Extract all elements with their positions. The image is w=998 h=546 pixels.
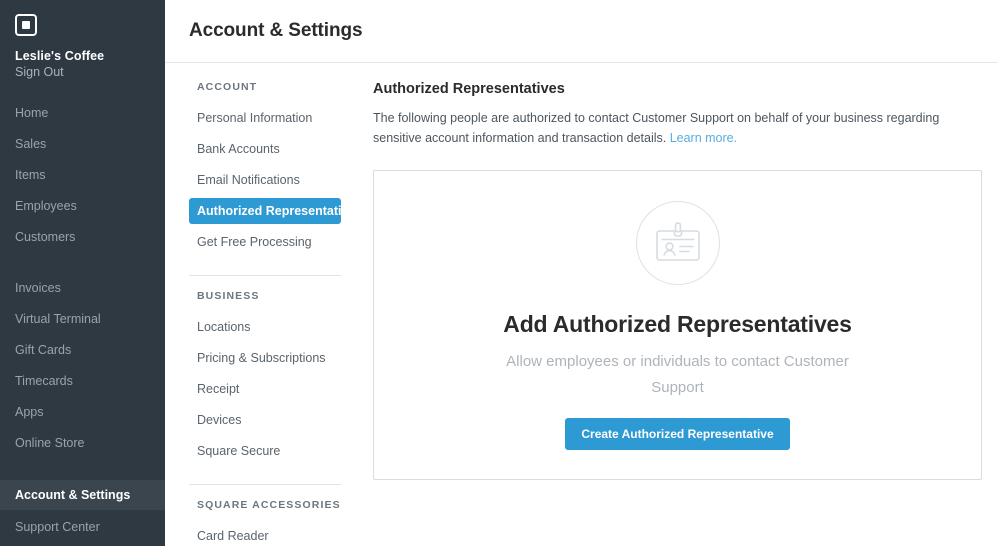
sidebar-item-invoices[interactable]: Invoices	[0, 274, 165, 302]
section-title: Authorized Representatives	[373, 81, 565, 97]
sidebar-group-account: Account & Settings Support Center	[0, 468, 165, 546]
subnav-item-pricing-subscriptions[interactable]: Pricing & Subscriptions	[189, 345, 341, 371]
brand-block: Leslie's Coffee Sign Out	[0, 48, 165, 81]
sidebar-item-account-settings[interactable]: Account & Settings	[0, 480, 165, 510]
subnav-section-business: BUSINESS Locations Pricing & Subscriptio…	[189, 290, 341, 475]
id-badge-icon	[635, 200, 720, 285]
sidebar-item-items[interactable]: Items	[0, 161, 165, 189]
subnav-heading-business: BUSINESS	[197, 290, 260, 302]
subnav-item-get-free-processing[interactable]: Get Free Processing	[189, 229, 341, 255]
subnav-item-email-notifications[interactable]: Email Notifications	[189, 167, 341, 193]
empty-state-card: Add Authorized Representatives Allow emp…	[373, 170, 982, 480]
page-title: Account & Settings	[189, 20, 363, 41]
subnav-heading-account: ACCOUNT	[197, 81, 258, 93]
sidebar-item-virtual-terminal[interactable]: Virtual Terminal	[0, 305, 165, 333]
section-description-text: The following people are authorized to c…	[373, 111, 940, 145]
sidebar-item-customers[interactable]: Customers	[0, 223, 165, 251]
sidebar-item-apps[interactable]: Apps	[0, 398, 165, 426]
subnav-item-locations[interactable]: Locations	[189, 314, 341, 340]
sidebar-group-tools: Invoices Virtual Terminal Gift Cards Tim…	[0, 262, 165, 468]
square-logo-inner	[22, 21, 30, 29]
subnav-item-authorized-representatives[interactable]: Authorized Representatives	[189, 198, 362, 224]
page-header: Account & Settings	[165, 0, 998, 63]
logo-container	[0, 14, 165, 36]
sidebar-item-home[interactable]: Home	[0, 99, 165, 127]
sidebar-item-support-center[interactable]: Support Center	[0, 513, 165, 541]
subnav-item-card-reader[interactable]: Card Reader	[189, 523, 341, 546]
section-description: The following people are authorized to c…	[373, 108, 973, 148]
subnav-heading-square-accessories: SQUARE ACCESSORIES	[197, 499, 341, 511]
id-badge-glyph	[655, 221, 700, 261]
subnav-section-accessories: SQUARE ACCESSORIES Card Reader Marketing…	[189, 499, 341, 546]
subnav-item-devices[interactable]: Devices	[189, 407, 341, 433]
subnav-item-square-secure[interactable]: Square Secure	[189, 438, 341, 464]
primary-sidebar: Leslie's Coffee Sign Out Home Sales Item…	[0, 0, 165, 546]
sidebar-item-timecards[interactable]: Timecards	[0, 367, 165, 395]
app-root: Leslie's Coffee Sign Out Home Sales Item…	[0, 0, 998, 546]
sign-out-link[interactable]: Sign Out	[15, 64, 150, 81]
sidebar-group-primary: Home Sales Items Employees Customers	[0, 81, 165, 262]
subnav-divider-1	[189, 275, 341, 276]
learn-more-link[interactable]: Learn more.	[670, 131, 737, 145]
empty-state-heading: Add Authorized Representatives	[503, 310, 852, 337]
settings-subnav: ACCOUNT Personal Information Bank Accoun…	[165, 63, 365, 546]
subnav-item-personal-information[interactable]: Personal Information	[189, 105, 341, 131]
sidebar-item-gift-cards[interactable]: Gift Cards	[0, 336, 165, 364]
content-panel: Authorized Representatives The following…	[365, 63, 998, 546]
sidebar-item-sales[interactable]: Sales	[0, 130, 165, 158]
empty-state-subtext: Allow employees or individuals to contac…	[506, 352, 849, 396]
subnav-item-bank-accounts[interactable]: Bank Accounts	[189, 136, 341, 162]
brand-name: Leslie's Coffee	[15, 49, 105, 63]
subnav-section-account: ACCOUNT Personal Information Bank Accoun…	[189, 81, 362, 266]
sidebar-item-employees[interactable]: Employees	[0, 192, 165, 220]
subnav-divider-2	[189, 484, 341, 485]
main-region: Account & Settings ACCOUNT Personal Info…	[165, 0, 998, 546]
create-authorized-representative-button[interactable]: Create Authorized Representative	[565, 417, 790, 450]
body-area: ACCOUNT Personal Information Bank Accoun…	[165, 63, 998, 546]
square-logo-icon[interactable]	[15, 14, 37, 36]
subnav-item-receipt[interactable]: Receipt	[189, 376, 341, 402]
sidebar-item-online-store[interactable]: Online Store	[0, 429, 165, 457]
